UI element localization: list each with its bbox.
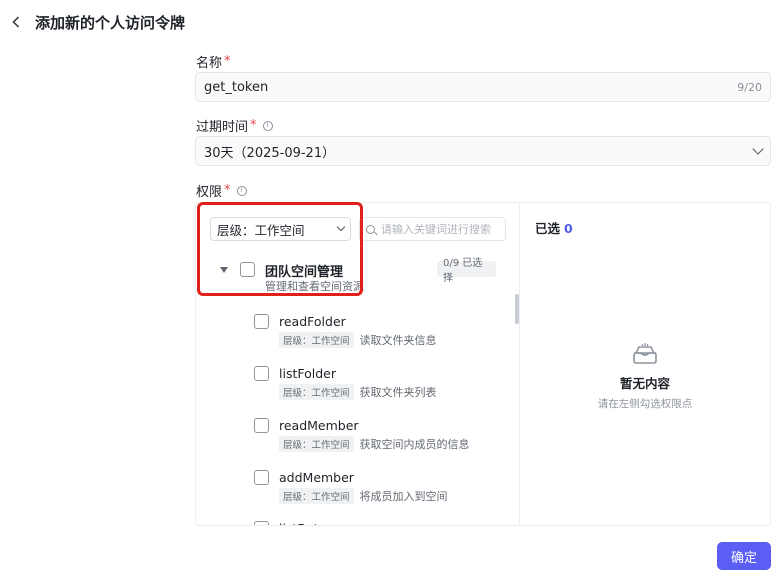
item-description: 获取文件夹列表 — [359, 386, 437, 399]
permission-item[interactable]: listFolder 层级：工作空间 获取文件夹列表 — [196, 361, 496, 401]
permission-item[interactable]: readFolder 层级：工作空间 读取文件夹信息 — [196, 309, 496, 349]
item-name: listBot — [279, 521, 318, 525]
back-button[interactable] — [8, 12, 24, 32]
item-checkbox[interactable] — [254, 366, 269, 381]
item-checkbox[interactable] — [254, 470, 269, 485]
scrollbar[interactable] — [515, 294, 519, 324]
chevron-down-icon — [752, 143, 764, 155]
item-description: 获取空间内成员的信息 — [359, 438, 470, 451]
name-input[interactable]: get_token 9/20 — [195, 72, 771, 102]
permission-item[interactable]: addMember 层级：工作空间 将成员加入到空间 — [196, 465, 496, 505]
expiry-label: 过期时间 * i — [196, 116, 273, 135]
item-checkbox[interactable] — [254, 314, 269, 329]
expiry-select[interactable]: 30天（2025-09-21） — [195, 136, 771, 166]
empty-inbox-icon — [632, 343, 658, 365]
info-icon[interactable]: i — [236, 185, 247, 196]
level-tag: 层级：工作空间 — [279, 436, 354, 452]
item-name: readFolder — [279, 314, 346, 329]
name-label: 名称 * — [196, 54, 231, 71]
info-icon[interactable]: i — [262, 120, 273, 131]
level-tag: 层级：工作空间 — [279, 384, 354, 400]
item-name: readMember — [279, 418, 359, 433]
group-selected-badge: 0/9 已选择 — [437, 258, 496, 284]
chevron-left-icon — [12, 16, 20, 28]
item-checkbox[interactable] — [254, 521, 269, 525]
required-mark: * — [250, 118, 257, 133]
expiry-value: 30天（2025-09-21） — [204, 145, 336, 161]
permission-item[interactable]: listBot — [196, 516, 496, 525]
selected-header: 已选 0 — [535, 221, 573, 236]
item-checkbox[interactable] — [254, 418, 269, 433]
permission-item[interactable]: readMember 层级：工作空间 获取空间内成员的信息 — [196, 413, 496, 453]
level-tag: 层级：工作空间 — [279, 332, 354, 348]
search-placeholder: 请输入关键词进行搜索 — [381, 223, 491, 236]
char-count: 9/20 — [737, 80, 762, 94]
empty-description: 请在左侧勾选权限点 — [597, 398, 693, 410]
confirm-button[interactable]: 确定 — [717, 542, 771, 570]
name-value: get_token — [204, 79, 269, 95]
empty-title: 暂无内容 — [619, 376, 670, 391]
item-description: 将成员加入到空间 — [359, 490, 448, 503]
required-mark: * — [224, 54, 231, 69]
permissions-label: 权限 * i — [196, 181, 247, 200]
selected-pane: 已选 0 暂无内容 请在左侧勾选权限点 — [520, 203, 770, 525]
empty-state: 暂无内容 请在左侧勾选权限点 — [520, 343, 770, 411]
required-mark: * — [224, 183, 231, 198]
item-name: listFolder — [279, 366, 336, 381]
page-title: 添加新的个人访问令牌 — [35, 14, 186, 32]
item-name: addMember — [279, 470, 354, 485]
level-tag: 层级：工作空间 — [279, 488, 354, 504]
search-input[interactable]: 请输入关键词进行搜索 — [359, 217, 506, 241]
highlight-box — [197, 202, 363, 296]
search-icon — [366, 224, 375, 234]
item-description: 读取文件夹信息 — [359, 334, 437, 347]
selected-count: 0 — [564, 221, 573, 236]
